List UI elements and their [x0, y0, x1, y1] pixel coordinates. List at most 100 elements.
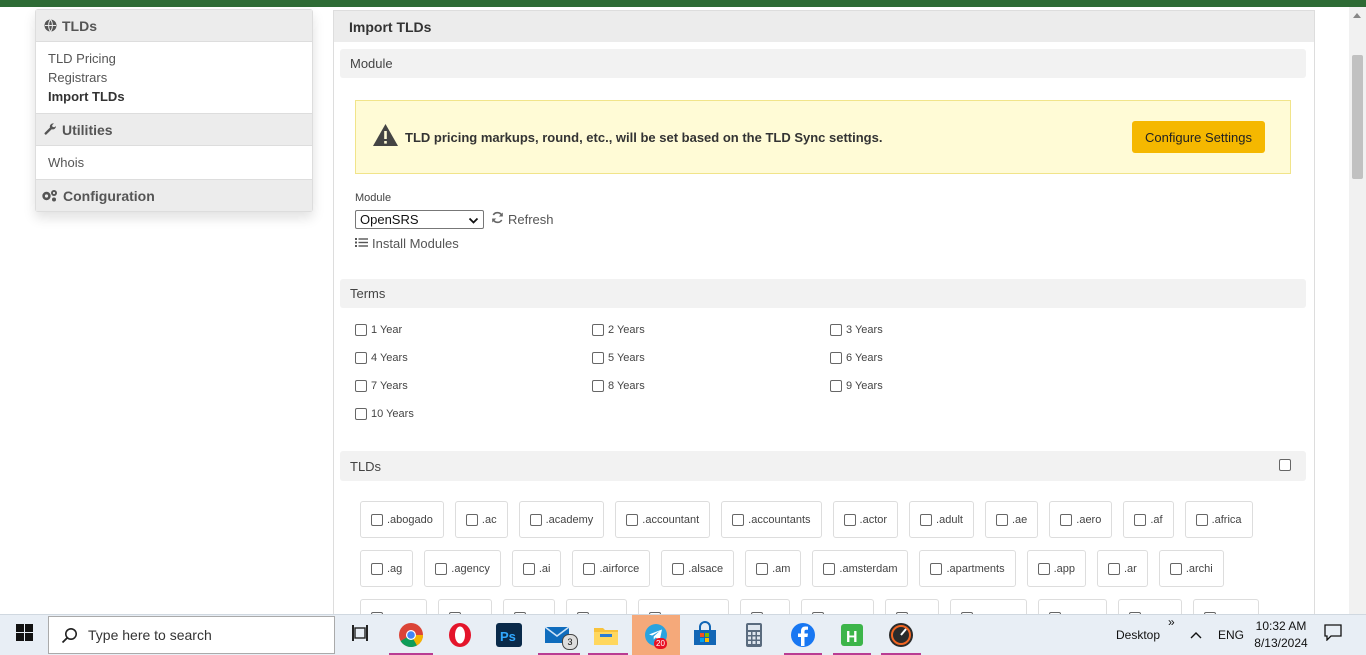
photoshop-icon[interactable]: Ps	[495, 621, 523, 649]
tld-chip[interactable]: .ae	[984, 501, 1039, 538]
checkbox[interactable]	[583, 562, 596, 575]
mail-icon[interactable]: 3	[544, 621, 578, 650]
sidebar-header-utilities[interactable]: Utilities	[36, 113, 312, 146]
checkbox[interactable]	[732, 513, 745, 526]
checkbox[interactable]	[626, 513, 639, 526]
checkbox[interactable]	[756, 562, 769, 575]
toolbar-overflow[interactable]: »	[1168, 615, 1175, 629]
module-select[interactable]: OpenSRS	[355, 210, 484, 229]
tld-chip[interactable]: .af	[1123, 501, 1174, 538]
tld-chip[interactable]: .apartments	[919, 550, 1016, 587]
checkbox[interactable]	[355, 380, 367, 392]
store-icon[interactable]	[691, 621, 719, 649]
checkbox[interactable]	[1108, 562, 1120, 575]
speedtest-icon[interactable]	[887, 621, 915, 649]
select-all-tlds-checkbox[interactable]	[1279, 459, 1291, 471]
checkbox[interactable]	[371, 513, 383, 526]
tld-chip[interactable]: .academy	[518, 501, 605, 538]
checkbox[interactable]	[1060, 513, 1073, 526]
show-hidden-icons-button[interactable]	[1185, 615, 1207, 655]
checkbox[interactable]	[465, 513, 478, 526]
page-scrollbar[interactable]	[1349, 7, 1366, 614]
checkbox[interactable]	[995, 513, 1008, 526]
refresh-link[interactable]: Refresh	[491, 211, 554, 227]
tld-chip[interactable]: .africa	[1184, 501, 1253, 538]
checkbox[interactable]	[1134, 513, 1147, 526]
term-checkbox[interactable]: 2 Years	[592, 324, 645, 336]
clock[interactable]: 10:32 AM 8/13/2024	[1250, 618, 1312, 652]
checkbox[interactable]	[355, 352, 367, 364]
tld-chip[interactable]: .ai	[511, 550, 562, 587]
tld-chip[interactable]: .accountant	[615, 501, 711, 538]
tld-chip[interactable]: .aero	[1049, 501, 1113, 538]
checkbox[interactable]	[1169, 562, 1182, 575]
file-explorer-icon[interactable]	[592, 621, 620, 649]
notifications-button[interactable]	[1318, 615, 1348, 655]
sidebar-item-whois[interactable]: Whois	[48, 153, 300, 172]
term-checkbox[interactable]: 4 Years	[355, 352, 408, 364]
tld-chip[interactable]: .agency	[424, 550, 501, 587]
checkbox[interactable]	[355, 324, 367, 336]
checkbox[interactable]	[592, 324, 604, 336]
sidebar-item-import-tlds[interactable]: Import TLDs	[48, 87, 300, 106]
sidebar-header-configuration[interactable]: Configuration	[36, 179, 312, 211]
checkbox[interactable]	[371, 562, 383, 575]
term-checkbox[interactable]: 7 Years	[355, 380, 408, 392]
sidebar-header-tlds[interactable]: TLDs	[36, 10, 312, 42]
checkbox[interactable]	[672, 562, 685, 575]
checkbox[interactable]	[355, 408, 367, 420]
task-view-button[interactable]	[346, 615, 376, 655]
start-button[interactable]	[0, 615, 48, 655]
tld-chip[interactable]: .abogado	[360, 501, 444, 538]
chrome-icon[interactable]	[397, 621, 425, 649]
sidebar-item-tld-pricing[interactable]: TLD Pricing	[48, 49, 300, 68]
checkbox[interactable]	[529, 513, 542, 526]
checkbox[interactable]	[823, 562, 836, 575]
sidebar-item-registrars[interactable]: Registrars	[48, 68, 300, 87]
term-checkbox[interactable]: 1 Year	[355, 324, 402, 336]
checkbox[interactable]	[592, 380, 604, 392]
checkbox[interactable]	[843, 513, 856, 526]
checkbox[interactable]	[830, 380, 842, 392]
calculator-icon[interactable]	[740, 621, 768, 649]
opera-icon[interactable]	[446, 621, 474, 649]
language-indicator[interactable]: ENG	[1214, 615, 1248, 655]
checkbox[interactable]	[930, 562, 943, 575]
tld-chip[interactable]: .adult	[909, 501, 974, 538]
tld-chip[interactable]: .app	[1026, 550, 1086, 587]
checkbox[interactable]	[920, 513, 933, 526]
scrollbar-thumb[interactable]	[1352, 55, 1363, 179]
hotspot-icon[interactable]: H	[838, 621, 866, 649]
taskbar-search-box[interactable]: Type here to search	[48, 616, 335, 654]
term-checkbox[interactable]: 6 Years	[830, 352, 883, 364]
term-checkbox[interactable]: 8 Years	[592, 380, 645, 392]
checkbox[interactable]	[592, 352, 604, 364]
tld-chip[interactable]: .am	[745, 550, 802, 587]
page-title: Import TLDs	[334, 11, 1314, 42]
scroll-up-icon[interactable]	[1353, 13, 1361, 18]
desktop-toolbar[interactable]: Desktop	[1110, 615, 1166, 655]
install-modules-link[interactable]: Install Modules	[355, 236, 459, 251]
tld-chip[interactable]: .ag	[360, 550, 414, 587]
checkbox[interactable]	[830, 324, 842, 336]
checkbox[interactable]	[1195, 513, 1208, 526]
tld-chip[interactable]: .amsterdam	[812, 550, 909, 587]
facebook-icon[interactable]	[789, 621, 817, 649]
telegram-taskbar-button[interactable]: 20	[632, 615, 680, 655]
tld-chip[interactable]: .ac	[454, 501, 508, 538]
term-checkbox[interactable]: 10 Years	[355, 408, 414, 420]
tld-chip[interactable]: .actor	[832, 501, 899, 538]
tld-chip[interactable]: .accountants	[721, 501, 822, 538]
term-checkbox[interactable]: 5 Years	[592, 352, 645, 364]
tld-chip[interactable]: .archi	[1158, 550, 1224, 587]
term-checkbox[interactable]: 9 Years	[830, 380, 883, 392]
checkbox[interactable]	[435, 562, 448, 575]
term-checkbox[interactable]: 3 Years	[830, 324, 883, 336]
checkbox[interactable]	[830, 352, 842, 364]
tld-chip[interactable]: .ar	[1097, 550, 1148, 587]
checkbox[interactable]	[1037, 562, 1050, 575]
tld-chip[interactable]: .alsace	[661, 550, 735, 587]
tld-chip[interactable]: .airforce	[572, 550, 651, 587]
configure-settings-button[interactable]: Configure Settings	[1132, 121, 1265, 153]
checkbox[interactable]	[522, 562, 535, 575]
